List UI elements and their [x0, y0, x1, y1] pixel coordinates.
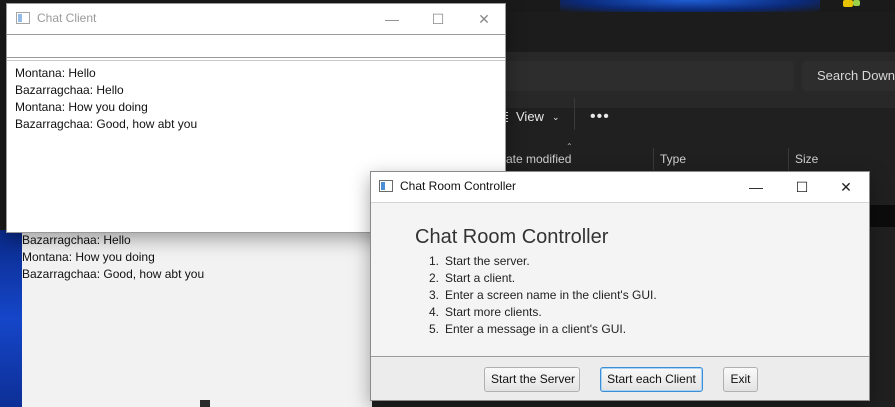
start-client-button[interactable]: Start each Client [600, 367, 703, 392]
instruction-step: 1. Start the server. [428, 254, 530, 268]
chat-message: Montana: How you doing [15, 100, 148, 114]
minimize-button[interactable]: — [733, 172, 779, 202]
chat-message: Montana: Hello [15, 66, 96, 80]
controller-title: Chat Room Controller [400, 179, 517, 193]
more-options-button[interactable]: ••• [590, 104, 610, 130]
background-chat-message: Montana: How you doing [22, 250, 155, 264]
instruction-step: 4. Start more clients. [428, 305, 542, 319]
controller-titlebar[interactable]: Chat Room Controller — ☐ ✕ [371, 172, 869, 202]
wallpaper-fragment [0, 230, 22, 407]
app-window-icon [379, 180, 393, 192]
instruction-list: 1. Start the server. 2. Start a client. 3.… [423, 253, 657, 338]
chat-message: Bazarragchaa: Good, how abt you [15, 117, 198, 131]
tray-check-icon [853, 0, 860, 6]
background-fragment [200, 400, 210, 407]
start-server-button[interactable]: Start the Server [484, 367, 580, 392]
chat-client-titlebar[interactable]: Chat Client — ☐ ✕ [7, 4, 505, 34]
maximize-button[interactable]: ☐ [415, 4, 461, 34]
controller-button-bar: Start the Server Start each Client Exit [371, 358, 869, 400]
column-header-date-modified[interactable]: ate modified [500, 148, 652, 170]
explorer-address-bar[interactable] [502, 61, 794, 91]
background-chat-window: Bazarragchaa: Hello Montana: How you doi… [22, 232, 372, 407]
controller-heading: Chat Room Controller [415, 226, 609, 248]
exit-button[interactable]: Exit [723, 367, 758, 392]
close-button[interactable]: ✕ [823, 172, 869, 202]
chevron-down-icon: ⌄ [551, 112, 560, 122]
background-chat-message: Bazarragchaa: Good, how abt you [22, 267, 205, 281]
instruction-step: 2. Start a client. [428, 271, 516, 285]
column-header-type[interactable]: Type [653, 148, 787, 170]
background-edge [870, 205, 895, 227]
background-chat-message: Bazarragchaa: Hello [22, 233, 131, 247]
chat-room-controller-window: Chat Room Controller — ☐ ✕ Chat Room Con… [370, 171, 870, 401]
command-separator [574, 98, 575, 130]
message-input[interactable] [7, 34, 505, 58]
instruction-step: 3. Enter a screen name in the client's GU… [428, 288, 657, 302]
close-button[interactable]: ✕ [461, 4, 507, 34]
chat-client-title: Chat Client [37, 11, 97, 25]
minimize-button[interactable]: — [369, 4, 415, 34]
chat-message: Bazarragchaa: Hello [15, 83, 124, 97]
view-button-label: View [516, 109, 544, 124]
app-window-icon [16, 12, 30, 24]
explorer-search-input[interactable]: Search Down [802, 61, 895, 91]
instruction-step: 5. Enter a message in a client's GUI. [428, 322, 627, 336]
maximize-button[interactable]: ☐ [779, 172, 825, 202]
wallpaper-fragment [560, 0, 820, 12]
tray-shield-icon [843, 0, 853, 7]
controller-content: Chat Room Controller 1. Start the server.… [371, 202, 869, 357]
column-header-size[interactable]: Size [788, 148, 878, 170]
